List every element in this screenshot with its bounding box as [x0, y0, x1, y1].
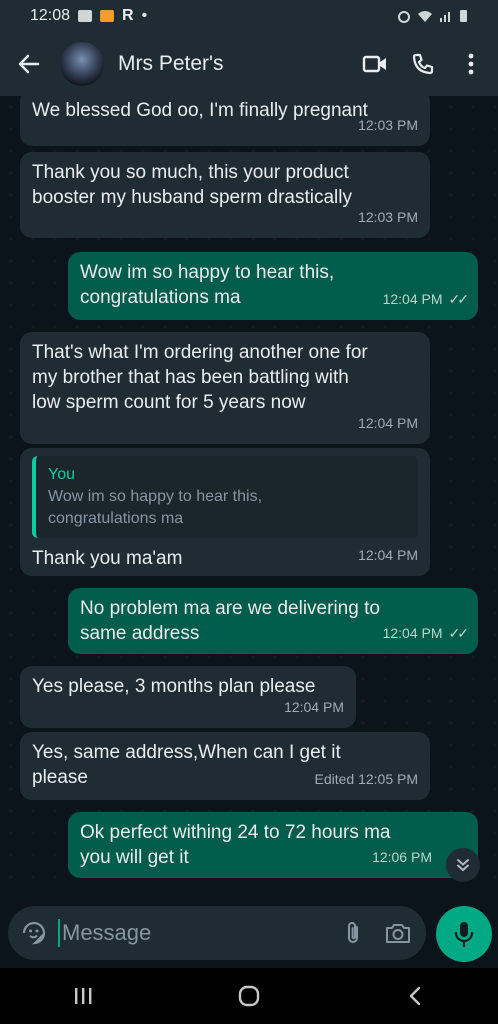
arrow-left-icon [18, 54, 40, 74]
app-notification-icon [100, 10, 115, 22]
gallery-notification-icon [78, 10, 93, 22]
read-receipt-icon: ✓✓ [448, 291, 470, 307]
sticker-button[interactable] [20, 919, 48, 947]
message-reply[interactable]: You Wow im so happy to hear this, congra… [20, 448, 430, 576]
message-outgoing[interactable]: Wow im so happy to hear this, congratula… [68, 252, 478, 320]
sticker-icon [22, 921, 46, 945]
text-cursor [58, 919, 60, 947]
message-outgoing[interactable]: Ok perfect withing 24 to 72 hours ma you… [68, 812, 478, 878]
home-icon [238, 985, 260, 1007]
more-notifications-dot: • [141, 7, 148, 24]
quote-text: Wow im so happy to hear this, congratula… [48, 488, 263, 527]
more-vertical-icon [468, 53, 474, 75]
message-time: Edited 12:05 PM [314, 771, 418, 787]
message-time: 12:04 PM [358, 415, 418, 431]
home-button[interactable] [229, 976, 269, 1016]
back-button[interactable] [18, 53, 40, 75]
avatar[interactable] [60, 42, 104, 86]
quoted-message[interactable]: You Wow im so happy to hear this, congra… [32, 456, 418, 538]
attach-button[interactable] [340, 919, 368, 947]
video-call-button[interactable] [360, 49, 390, 79]
alarm-icon [398, 11, 410, 23]
message-incoming[interactable]: Yes please, 3 months plan please 12:04 P… [20, 666, 356, 728]
message-incoming[interactable]: That's what I'm ordering another one for… [20, 332, 430, 444]
quote-author: You [48, 466, 75, 483]
voice-message-button[interactable] [436, 906, 492, 962]
voice-call-button[interactable] [408, 49, 438, 79]
more-options-button[interactable] [456, 49, 486, 79]
chevron-double-down-icon [457, 859, 469, 872]
chevron-left-icon [409, 986, 421, 1006]
phone-icon [412, 53, 434, 75]
status-bar: 12:08 R • [0, 0, 498, 32]
paperclip-icon [348, 922, 358, 943]
chat-header: Mrs Peter's [0, 32, 498, 96]
message-time: 12:04 PM [382, 291, 443, 307]
video-camera-icon [362, 55, 386, 73]
microphone-icon [454, 922, 474, 947]
message-time: 12:03 PM [358, 117, 418, 133]
message-incoming[interactable]: We blessed God oo, I'm finally pregnant … [20, 96, 430, 146]
signal-icon [440, 12, 450, 22]
message-incoming[interactable]: Thank you so much, this your product boo… [20, 152, 430, 238]
recent-apps-button[interactable] [63, 976, 103, 1016]
status-time: 12:08 [30, 7, 71, 24]
message-time: 12:03 PM [358, 209, 418, 225]
message-text: That's what I'm ordering another one for… [32, 342, 368, 413]
contact-name[interactable]: Mrs Peter's [118, 52, 360, 76]
message-input-bar[interactable]: Message [8, 906, 426, 960]
camera-button[interactable] [384, 919, 412, 947]
message-outgoing[interactable]: No problem ma are we delivering to same … [68, 588, 478, 654]
recent-apps-icon [75, 988, 92, 1004]
app-letter-icon: R [122, 7, 134, 24]
system-back-button[interactable] [395, 976, 435, 1016]
system-navigation-bar [0, 968, 498, 1024]
wifi-icon [418, 11, 432, 22]
message-incoming[interactable]: Yes, same address,When can I get it plea… [20, 732, 430, 800]
scroll-to-bottom-button[interactable] [446, 848, 480, 882]
message-input[interactable]: Message [62, 920, 340, 946]
read-receipt-icon: ✓✓ [448, 625, 470, 641]
composer: Message [0, 896, 498, 968]
message-time: 12:06 PM [372, 849, 432, 865]
camera-icon [386, 924, 410, 943]
message-time: 12:04 PM [382, 625, 443, 641]
battery-icon [460, 10, 467, 22]
message-text: Thank you so much, this your product boo… [32, 162, 352, 208]
message-time: 12:04 PM [284, 699, 344, 715]
message-time: 12:04 PM [358, 547, 418, 563]
chat-messages[interactable]: We blessed God oo, I'm finally pregnant … [0, 96, 498, 896]
